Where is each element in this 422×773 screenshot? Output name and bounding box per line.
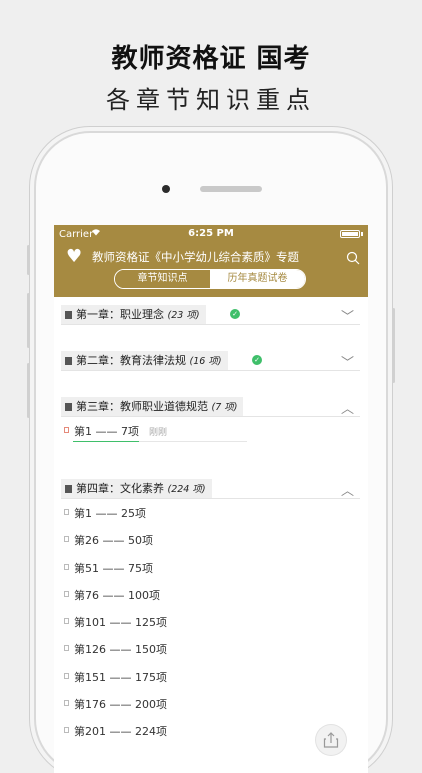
- item-label: 第201 —— 224项: [74, 725, 167, 739]
- heart-icon[interactable]: ♥: [66, 246, 82, 267]
- document-icon: [65, 311, 72, 319]
- tab-past-exams[interactable]: 历年真题试卷: [210, 270, 305, 288]
- share-button[interactable]: [316, 725, 346, 755]
- chapter-label: 第一章：职业理念 (23 项): [61, 305, 206, 324]
- phone-frame: Carrier 6:25 PM ♥ 教师资格证《中小学幼儿综合素质》专题 章节知…: [27, 133, 395, 773]
- list-item[interactable]: 第176 —— 200项: [54, 690, 368, 717]
- document-icon: [64, 700, 69, 707]
- list-item[interactable]: 第1 —— 25项: [54, 499, 368, 526]
- item-timestamp: 刚刚: [149, 428, 168, 438]
- document-icon: [64, 536, 69, 543]
- earpiece-speaker: [200, 186, 262, 192]
- chapter-label: 第二章：教育法律法规 (16 项): [61, 351, 228, 370]
- list-item[interactable]: 第101 —— 125项: [54, 608, 368, 635]
- document-icon: [64, 590, 69, 597]
- app-header: Carrier 6:25 PM ♥ 教师资格证《中小学幼儿综合素质》专题 章节知…: [54, 225, 368, 297]
- item-label: 第176 —— 200项: [74, 698, 167, 712]
- item-label: 第1 —— 7项: [74, 425, 139, 438]
- chapter-section: 第二章：教育法律法规 (16 项) ✓ ﹀: [54, 347, 368, 371]
- chapter-name: 第三章：教师职业道德规范: [76, 400, 208, 413]
- chapter-header-4[interactable]: 第四章：文化素养 (224 项) ︿: [54, 475, 368, 499]
- chapter-header-1[interactable]: 第一章：职业理念 (23 项) ✓ ﹀: [54, 301, 368, 325]
- chevron-down-icon[interactable]: ﹀: [341, 306, 354, 325]
- list-item[interactable]: 第76 —— 100项: [54, 581, 368, 608]
- chapter-count: (23 项): [167, 310, 200, 321]
- chapter-section: 第三章：教师职业道德规范 (7 项) ︿ 第1 —— 7项 刚刚: [54, 393, 368, 444]
- item-label: 第26 —— 50项: [74, 534, 153, 548]
- item-label: 第151 —— 175项: [74, 670, 167, 684]
- power-button: [392, 308, 395, 383]
- segmented-control: 章节知识点 历年真题试卷: [114, 269, 306, 289]
- chapter-name: 第二章：教育法律法规: [76, 354, 186, 367]
- document-icon: [64, 645, 69, 652]
- volume-up-button: [27, 293, 30, 348]
- document-icon: [64, 727, 69, 734]
- promo-subtitle: 各章节知识重点: [106, 86, 316, 114]
- chevron-up-icon[interactable]: ︿: [341, 398, 354, 417]
- item-label: 第51 —— 75项: [74, 561, 153, 575]
- progress-fill: [73, 441, 140, 442]
- battery-icon: [340, 230, 360, 238]
- tab-chapter-knowledge[interactable]: 章节知识点: [115, 270, 210, 288]
- chapter-count: (224 项): [167, 484, 206, 495]
- list-item[interactable]: 第1 —— 7项 刚刚: [54, 417, 368, 444]
- progress-bar: [73, 441, 247, 442]
- document-icon: [65, 485, 72, 493]
- item-label: 第126 —— 150项: [74, 643, 167, 657]
- document-icon: [64, 509, 69, 515]
- battery-tip: [361, 232, 363, 236]
- item-label: 第1 —— 25项: [74, 507, 146, 520]
- check-icon: ✓: [252, 355, 262, 365]
- search-icon[interactable]: [346, 251, 360, 265]
- document-icon: [64, 563, 69, 570]
- document-icon: [65, 357, 72, 365]
- chapter-section: 第一章：职业理念 (23 项) ✓ ﹀: [54, 301, 368, 325]
- list-item[interactable]: 第51 —— 75项: [54, 554, 368, 581]
- list-item[interactable]: 第26 —— 50项: [54, 526, 368, 553]
- front-camera: [162, 185, 170, 193]
- document-icon: [64, 427, 69, 433]
- share-icon: [323, 732, 339, 748]
- chapter-section: 第四章：文化素养 (224 项) ︿ 第1 —— 25项 第26 —— 50项 …: [54, 475, 368, 745]
- divider: [61, 370, 360, 371]
- mute-switch: [27, 245, 30, 275]
- app-screen: Carrier 6:25 PM ♥ 教师资格证《中小学幼儿综合素质》专题 章节知…: [54, 225, 368, 773]
- page-title: 教师资格证《中小学幼儿综合素质》专题: [92, 250, 299, 264]
- chapter-label: 第三章：教师职业道德规范 (7 项): [61, 397, 244, 416]
- list-item[interactable]: 第151 —— 175项: [54, 663, 368, 690]
- chevron-down-icon[interactable]: ﹀: [341, 352, 354, 371]
- chevron-up-icon[interactable]: ︿: [341, 480, 354, 499]
- divider: [61, 324, 360, 325]
- status-time: 6:25 PM: [188, 228, 234, 239]
- chapter-count: (7 项): [211, 402, 238, 413]
- chapter-label: 第四章：文化素养 (224 项): [61, 479, 212, 498]
- document-icon: [64, 672, 69, 679]
- promo-title: 教师资格证 国考: [111, 44, 311, 74]
- document-icon: [64, 618, 69, 625]
- item-label: 第76 —— 100项: [74, 588, 160, 602]
- chapter-header-3[interactable]: 第三章：教师职业道德规范 (7 项) ︿: [54, 393, 368, 417]
- list-item[interactable]: 第126 —— 150项: [54, 635, 368, 662]
- document-icon: [65, 403, 72, 411]
- chapter-name: 第四章：文化素养: [76, 482, 164, 495]
- chapter-name: 第一章：职业理念: [76, 308, 164, 321]
- status-bar: Carrier 6:25 PM: [54, 225, 368, 245]
- chapter-header-2[interactable]: 第二章：教育法律法规 (16 项) ✓ ﹀: [54, 347, 368, 371]
- volume-down-button: [27, 363, 30, 418]
- check-icon: ✓: [230, 309, 240, 319]
- item-label: 第101 —— 125项: [74, 616, 167, 630]
- item-text: 第1 —— 7项 刚刚: [74, 423, 167, 439]
- chapter-count: (16 项): [189, 356, 222, 367]
